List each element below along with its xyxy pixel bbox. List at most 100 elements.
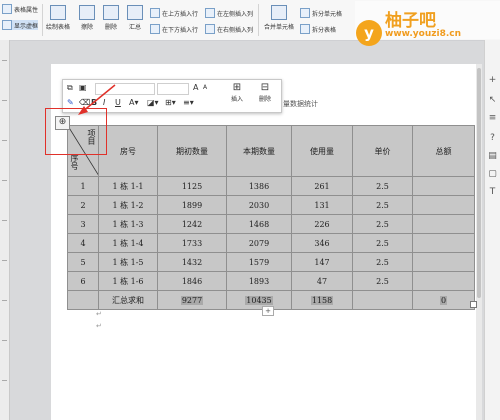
align-icon[interactable]: ≡▾ xyxy=(183,98,194,108)
header-room[interactable]: 房号 xyxy=(98,125,158,177)
ruler-tick xyxy=(2,100,7,101)
cell-used[interactable]: 261 xyxy=(291,176,353,196)
cell-room[interactable]: 1 栋 1-6 xyxy=(98,271,158,291)
cell-used[interactable]: 147 xyxy=(291,252,353,272)
cell-room[interactable]: 1 栋 1-2 xyxy=(98,195,158,215)
font-grow-icon[interactable]: A xyxy=(193,83,198,93)
cell-no[interactable]: 6 xyxy=(67,271,99,291)
split-cells-icon xyxy=(300,8,310,18)
cell-start[interactable]: 1846 xyxy=(157,271,227,291)
cell-used[interactable]: 346 xyxy=(291,233,353,253)
cell-current[interactable]: 1893 xyxy=(226,271,292,291)
cell-total[interactable] xyxy=(412,271,475,291)
delete-button[interactable]: 删除 xyxy=(100,3,122,37)
expand-icon[interactable]: + xyxy=(488,76,497,85)
cell-current[interactable]: 2030 xyxy=(226,195,292,215)
delete-table-button[interactable]: ⊟ 删除 xyxy=(253,82,277,103)
show-gridlines-button[interactable]: 显示虚框 xyxy=(2,20,39,30)
cell-room[interactable]: 1 栋 1-5 xyxy=(98,252,158,272)
header-start-qty[interactable]: 期初数量 xyxy=(157,125,227,177)
cell-total[interactable] xyxy=(412,176,475,196)
highlight-icon[interactable]: ◪▾ xyxy=(147,98,159,108)
header-price[interactable]: 单价 xyxy=(352,125,413,177)
cell-current[interactable]: 1468 xyxy=(226,214,292,234)
cell-price[interactable]: 2.5 xyxy=(352,233,413,253)
header-current-qty[interactable]: 本期数量 xyxy=(226,125,292,177)
cell-price[interactable]: 2.5 xyxy=(352,214,413,234)
insert-column-left-button[interactable]: 在左侧插入列 xyxy=(205,8,253,18)
ruler-tick xyxy=(2,260,7,261)
clipboard-icon[interactable]: ▤ xyxy=(488,152,497,161)
cell-sum-current[interactable]: 10435 xyxy=(226,290,292,310)
settings-icon[interactable]: ≡ xyxy=(488,114,497,123)
cell-total[interactable] xyxy=(412,195,475,215)
cell-used[interactable]: 47 xyxy=(291,271,353,291)
table-properties-button[interactable]: 表格属性 xyxy=(2,4,38,14)
gridlines-icon xyxy=(2,20,12,30)
font-shrink-icon[interactable]: A xyxy=(203,83,207,93)
cell-no[interactable]: 3 xyxy=(67,214,99,234)
cell-no[interactable]: 4 xyxy=(67,233,99,253)
cell-start[interactable]: 1432 xyxy=(157,252,227,272)
document-icon[interactable]: ▢ xyxy=(488,170,497,179)
cell-start[interactable]: 1733 xyxy=(157,233,227,253)
cell-current[interactable]: 2079 xyxy=(226,233,292,253)
cell-no[interactable]: 2 xyxy=(67,195,99,215)
cell-sum-price[interactable] xyxy=(352,290,413,310)
split-cells-button[interactable]: 拆分单元格 xyxy=(300,8,342,18)
insert-row-above-button[interactable]: 在上方插入行 xyxy=(150,8,198,18)
font-size-dropdown[interactable] xyxy=(157,83,189,95)
ruler-tick xyxy=(2,60,7,61)
ribbon-separator xyxy=(258,4,259,36)
paragraph-mark: ↵ xyxy=(96,322,102,330)
cell-total[interactable] xyxy=(412,233,475,253)
scrollbar-thumb[interactable] xyxy=(477,68,481,298)
insert-button[interactable]: ⊞ 插入 xyxy=(225,82,249,103)
add-row-button[interactable]: + xyxy=(262,306,274,316)
cell-sum-total[interactable]: 0 xyxy=(412,290,475,310)
cell-current[interactable]: 1386 xyxy=(226,176,292,196)
insert-column-right-button[interactable]: 在右侧插入列 xyxy=(205,24,253,34)
cell-current[interactable]: 1579 xyxy=(226,252,292,272)
cell-no[interactable]: 1 xyxy=(67,176,99,196)
pointer-icon[interactable]: ↖ xyxy=(488,96,497,105)
cell-sum-used[interactable]: 1158 xyxy=(291,290,353,310)
header-total[interactable]: 总额 xyxy=(412,125,475,177)
vertical-ruler xyxy=(0,40,10,420)
cell-total[interactable] xyxy=(412,252,475,272)
draw-table-button[interactable]: 绘制表格 xyxy=(44,3,72,37)
text-icon[interactable]: T xyxy=(488,188,497,197)
cell-room[interactable]: 1 栋 1-4 xyxy=(98,233,158,253)
split-table-icon xyxy=(300,24,310,34)
eraser-button[interactable]: 擦除 xyxy=(76,3,98,37)
cell-used[interactable]: 226 xyxy=(291,214,353,234)
split-table-button[interactable]: 拆分表格 xyxy=(300,24,336,34)
font-color-icon[interactable]: A▾ xyxy=(129,98,139,108)
merge-cells-button[interactable]: 合并单元格 xyxy=(262,3,296,37)
cell-sum-start[interactable]: 9277 xyxy=(157,290,227,310)
cell-start[interactable]: 1899 xyxy=(157,195,227,215)
cell-start[interactable]: 1125 xyxy=(157,176,227,196)
insert-below-icon xyxy=(150,24,160,34)
insert-row-below-button[interactable]: 在下方插入行 xyxy=(150,24,198,34)
borders-icon[interactable]: ⊞▾ xyxy=(165,98,176,108)
cell-price[interactable]: 2.5 xyxy=(352,252,413,272)
cell-room[interactable]: 1 栋 1-3 xyxy=(98,214,158,234)
table-resize-handle[interactable] xyxy=(470,301,477,308)
delete-table-icon: ⊟ xyxy=(260,82,270,93)
cell-used[interactable]: 131 xyxy=(291,195,353,215)
watermark-logo: y xyxy=(356,20,382,46)
cell-start[interactable]: 1242 xyxy=(157,214,227,234)
cell-sum-label[interactable]: 汇总求和 xyxy=(98,290,158,310)
header-usage[interactable]: 使用量 xyxy=(291,125,353,177)
help-icon[interactable]: ? xyxy=(488,134,497,143)
cell-room[interactable]: 1 栋 1-1 xyxy=(98,176,158,196)
cell-no-empty[interactable] xyxy=(67,290,99,310)
cell-total[interactable] xyxy=(412,214,475,234)
cell-price[interactable]: 2.5 xyxy=(352,176,413,196)
cell-price[interactable]: 2.5 xyxy=(352,271,413,291)
summary-button[interactable]: 汇总 xyxy=(124,3,146,37)
cell-price[interactable]: 2.5 xyxy=(352,195,413,215)
insert-right-icon xyxy=(205,24,215,34)
cell-no[interactable]: 5 xyxy=(67,252,99,272)
